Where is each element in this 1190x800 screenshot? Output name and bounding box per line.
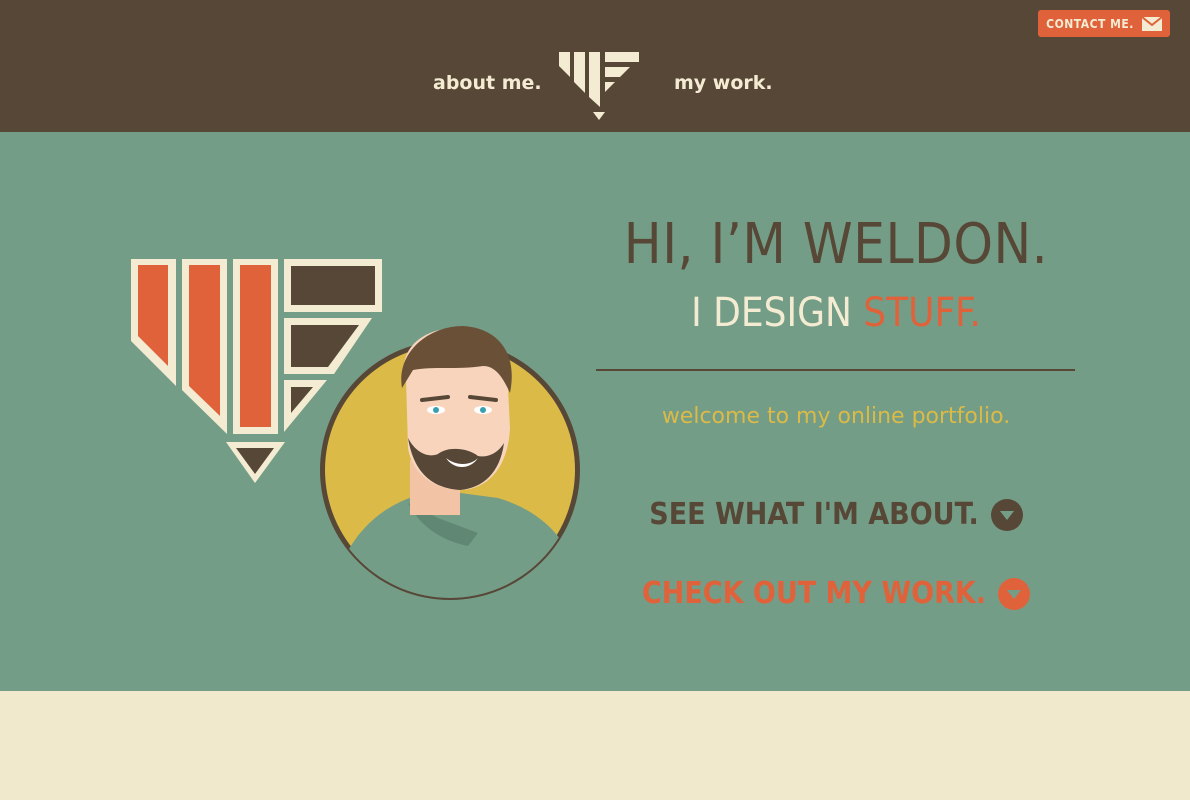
contact-button-label: CONTACT ME. [1046,16,1134,31]
contact-button[interactable]: CONTACT ME. [1038,10,1170,37]
check-work-label: CHECK OUT MY WORK. [641,576,987,611]
hero-subtitle-accent: STUFF. [863,290,981,336]
chevron-down-circle-icon [998,577,1031,610]
chevron-down-circle-icon [990,498,1023,531]
hero-subtitle-prefix: I DESIGN [691,290,864,336]
envelope-icon [1141,16,1162,31]
nav-about-link[interactable]: about me. [433,72,542,94]
avatar [320,326,580,600]
site-logo[interactable] [557,52,641,122]
hero-subtitle: I DESIGN STUFF. [597,290,1075,336]
content-section [0,691,1190,800]
welcome-text: welcome to my online portfolio. [661,404,1011,429]
check-work-button[interactable]: CHECK OUT MY WORK. [597,576,1075,611]
hero-divider [596,369,1075,371]
see-about-button[interactable]: SEE WHAT I'M ABOUT. [597,497,1075,532]
see-about-label: SEE WHAT I'M ABOUT. [649,497,979,532]
site-header: about me. my work. CONTACT ME. [0,0,1190,132]
nav-work-link[interactable]: my work. [674,72,773,94]
hero-title: HI, I’M WELDON. [623,212,1049,277]
